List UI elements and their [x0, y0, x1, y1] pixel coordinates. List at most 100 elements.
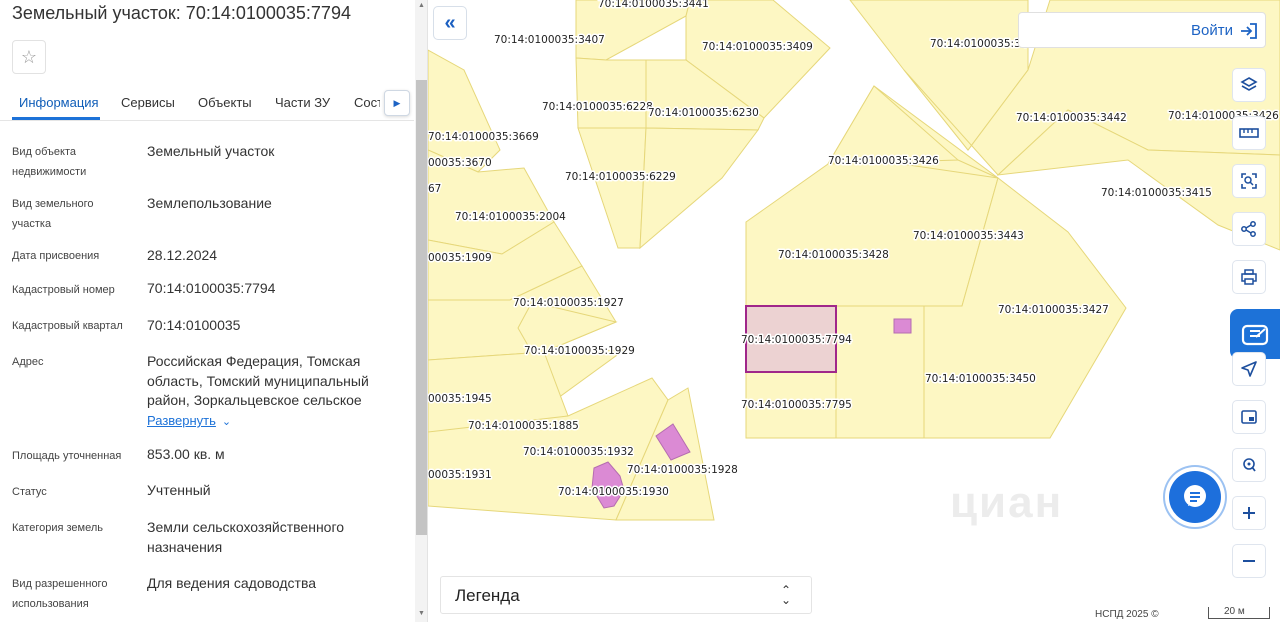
ruler-icon [1239, 128, 1259, 138]
tab-bar: Информация Сервисы Объекты Части ЗУ Сост… [0, 83, 414, 121]
map-canvas[interactable]: 70:14:0100035:3441 70:14:0100035:3407 70… [428, 0, 1280, 622]
location-search-button[interactable] [1232, 448, 1266, 482]
zoom-out-button[interactable] [1232, 544, 1266, 578]
scroll-up-icon[interactable]: ▲ [418, 2, 425, 9]
plot-label: 70:14:0100035:3415 [1101, 187, 1212, 199]
plot-label: 70:14:0100035:3428 [778, 249, 889, 261]
field-label: Дата присвоения [12, 250, 100, 262]
plot-label: 70:14:0100035:6229 [565, 171, 676, 183]
active-layer-icon [1241, 324, 1269, 346]
field-value: Учтенный [147, 482, 211, 498]
plot-label: 70:14:0100035:1885 [468, 420, 579, 432]
layers-button[interactable] [1232, 68, 1266, 102]
plot-label: 70:14:0100035:6228 [542, 101, 653, 113]
building [893, 318, 912, 334]
print-icon [1241, 269, 1257, 285]
field-label: Вид разрешенного использования [12, 578, 108, 610]
field-value: Земельный участок [147, 143, 275, 159]
panel-scrollbar[interactable]: ▲ ▼ [415, 0, 427, 622]
plot-label: 00035:3670 [428, 157, 492, 169]
chat-icon [1184, 485, 1206, 507]
select-area-button[interactable] [1232, 164, 1266, 198]
favorite-button[interactable]: ☆ [12, 40, 46, 74]
legend-toggle[interactable]: Легенда ⌃ ⌄ [440, 576, 812, 614]
field-label: Вид объекта недвижимости [12, 146, 87, 178]
double-chevron-left-icon: « [444, 11, 456, 34]
field-label: Кадастровый квартал [12, 320, 123, 332]
field-label: Кадастровый номер [12, 284, 115, 296]
zoom-in-icon [1243, 507, 1255, 519]
plot-label: 70:14:0100035:3443 [913, 230, 1024, 242]
plot-label: 70:14:0100035:1932 [523, 446, 634, 458]
chevron-down-icon: ⌄ [221, 416, 232, 428]
minimap-button[interactable] [1232, 400, 1266, 434]
expand-collapse-icon: ⌃ ⌄ [781, 583, 792, 607]
plot-label: 00035:1945 [428, 393, 492, 405]
plot-label: 70:14:0100035:6230 [648, 107, 759, 119]
cadastral-map[interactable]: 70:14:0100035:3441 70:14:0100035:3407 70… [428, 0, 1280, 622]
plot-label: 70:14:0100035:3409 [702, 41, 813, 53]
scale-label: 20 м [1224, 606, 1245, 617]
land-plot [577, 127, 647, 249]
field-value: Землепользование [147, 195, 272, 211]
plot-label: 70:14:0100035:2004 [455, 211, 566, 223]
address-value: Российская Федерация, Томская область, Т… [147, 353, 369, 408]
legend-label: Легенда [455, 586, 520, 605]
picture-in-picture-icon [1241, 410, 1257, 424]
plot-label: 70:14:0100035:3407 [494, 34, 605, 46]
plot-label: 70:14:0100035:3669 [428, 131, 539, 143]
tab-composition[interactable]: Соста [348, 83, 380, 121]
tab-objects[interactable]: Объекты [198, 95, 252, 110]
field-value: Земли сельскохозяйственного назначения [147, 519, 345, 555]
plot-label: 70:14:0100035:3441 [598, 0, 709, 10]
tabs-scroll-right-button[interactable]: ▶ [384, 90, 410, 116]
tab-services[interactable]: Сервисы [121, 95, 175, 110]
chat-button[interactable] [1169, 471, 1221, 523]
plot-label: 67 [428, 183, 441, 195]
field-label: Адрес [12, 356, 44, 368]
field-value: Для ведения садоводства [147, 575, 317, 591]
copyright: НСПД 2025 © [1095, 609, 1159, 620]
expand-address-link[interactable]: Развернуть ⌄ [147, 413, 231, 428]
login-button[interactable]: Войти [1018, 12, 1266, 48]
land-plot [428, 49, 501, 173]
field-value: 28.12.2024 [147, 247, 218, 263]
select-area-icon [1241, 173, 1257, 189]
field-label: Площадь уточненная [12, 450, 122, 462]
tab-parts[interactable]: Части ЗУ [275, 95, 330, 110]
plot-label: 70:14:0100035:34 [930, 38, 1028, 50]
plot-label: 70:14:0100035:1930 [558, 486, 669, 498]
plot-label: 00035:1931 [428, 469, 492, 481]
measure-button[interactable] [1232, 116, 1266, 150]
plot-label: 70:14:0100035:3442 [1016, 112, 1127, 124]
location-search-icon [1243, 458, 1256, 472]
field-label: Статус [12, 486, 47, 498]
land-plot [639, 127, 759, 250]
zoom-in-button[interactable] [1232, 496, 1266, 530]
login-icon [1241, 23, 1257, 39]
scrollbar-thumb[interactable] [416, 80, 427, 535]
field-label: Вид земельного участка [12, 198, 94, 230]
plot-label: 70:14:0100035:7795 [741, 399, 852, 411]
plot-label: 70:14:0100035:3427 [998, 304, 1109, 316]
layers-icon [1240, 77, 1258, 91]
info-panel: Земельный участок: 70:14:0100035:7794 ☆ … [0, 0, 428, 622]
navigation-icon [1241, 361, 1257, 377]
field-value: 853.00 кв. м [147, 446, 225, 462]
active-tab-indicator [12, 117, 100, 120]
scale-bar: 20 м [1208, 606, 1270, 619]
plot-label: 70:14:0100035:3450 [925, 373, 1036, 385]
share-button[interactable] [1232, 212, 1266, 246]
map-footer: НСПД 2025 © 20 м [1088, 606, 1280, 622]
star-icon: ☆ [20, 46, 38, 67]
navigation-button[interactable] [1232, 352, 1266, 386]
field-value: 70:14:0100035:7794 [147, 280, 276, 296]
scroll-down-icon[interactable]: ▼ [418, 610, 425, 617]
field-label: Категория земель [12, 522, 103, 534]
watermark: циан [950, 478, 1064, 527]
plot-label: 70:14:0100035:7794 [741, 334, 852, 346]
tab-information[interactable]: Информация [19, 95, 99, 110]
plot-label: 70:14:0100035:1928 [627, 464, 738, 476]
print-button[interactable] [1232, 260, 1266, 294]
collapse-panel-button[interactable]: « [433, 6, 467, 40]
